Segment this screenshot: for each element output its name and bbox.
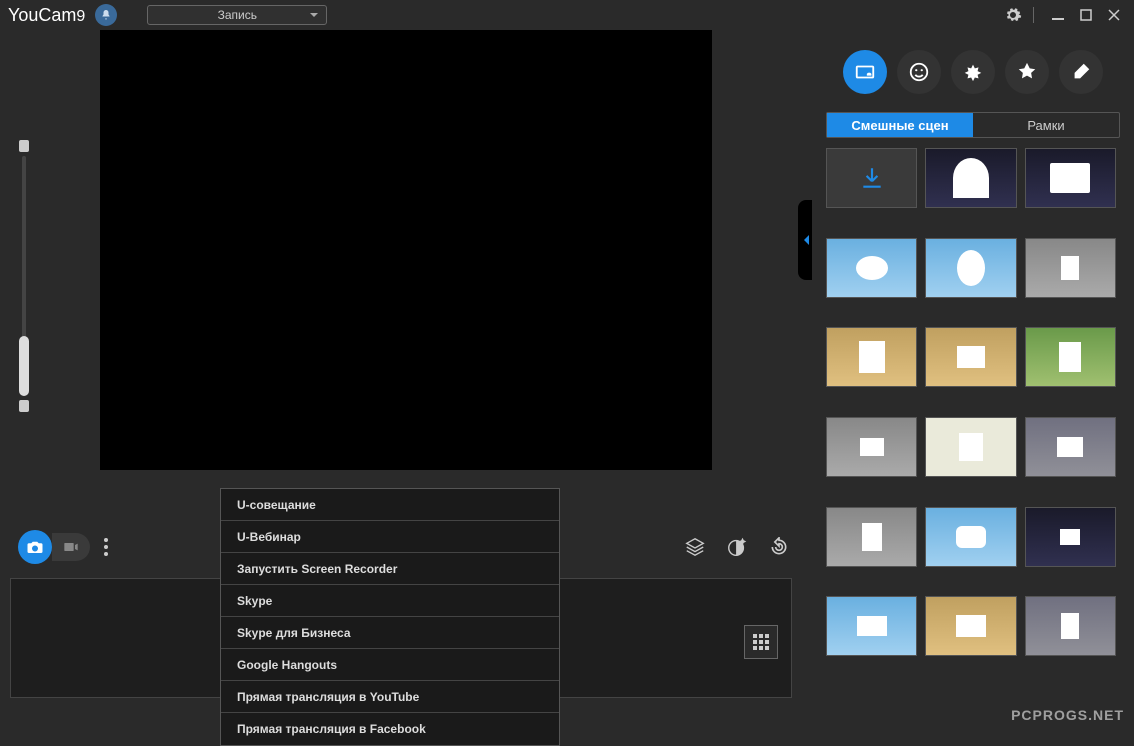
menu-label: Прямая трансляция в YouTube [237,690,419,704]
eraser-icon [1070,61,1092,83]
gear-icon [1004,6,1022,24]
more-options-button[interactable] [104,538,108,556]
menu-label: Прямая трансляция в Facebook [237,722,426,736]
zoom-thumb[interactable] [19,336,29,396]
capture-video-button[interactable] [52,533,90,561]
settings-button[interactable] [1001,3,1025,27]
smiley-icon [908,61,930,83]
scene-item[interactable] [1025,507,1116,567]
scene-item[interactable] [925,507,1016,567]
category-draw-button[interactable] [1059,50,1103,94]
gallery-grid-button[interactable] [744,625,778,659]
scene-item[interactable] [925,148,1016,208]
scene-item[interactable] [826,327,917,387]
menu-label: U-Вебинар [237,530,301,544]
scene-item[interactable] [1025,596,1116,656]
scene-item[interactable] [925,596,1016,656]
scene-item[interactable] [1025,327,1116,387]
subtab-label: Смешные сцен [851,118,948,133]
zoom-out-icon[interactable] [19,400,29,412]
app-version: 9 [76,8,85,25]
main-area: Перейти U-совещание U-Вебинар Запустить … [0,30,812,731]
video-icon [63,539,79,555]
category-emoji-button[interactable] [897,50,941,94]
menu-label: Skype [237,594,272,608]
category-particles-button[interactable] [951,50,995,94]
menu-item-screen-recorder[interactable]: Запустить Screen Recorder [221,553,559,585]
watermark: PCPROGS.NET [1011,707,1124,723]
subtab-funny-scenes[interactable]: Смешные сцен [827,113,973,137]
scene-grid[interactable] [826,148,1120,678]
launch-menu: U-совещание U-Вебинар Запустить Screen R… [220,488,560,746]
menu-item-u-meeting[interactable]: U-совещание [221,489,559,521]
contrast-button[interactable] [722,532,752,562]
scene-item[interactable] [1025,417,1116,477]
scene-item[interactable] [925,238,1016,298]
splat-icon [962,61,984,83]
maximize-button[interactable] [1074,3,1098,27]
close-button[interactable] [1102,3,1126,27]
scene-item[interactable] [826,507,917,567]
download-icon [859,165,885,191]
menu-label: Запустить Screen Recorder [237,562,397,576]
menu-item-u-webinar[interactable]: U-Вебинар [221,521,559,553]
menu-item-hangouts[interactable]: Google Hangouts [221,649,559,681]
layers-icon [684,536,706,558]
record-mode-label: Запись [218,8,257,22]
scene-item[interactable] [925,327,1016,387]
notifications-button[interactable] [95,4,117,26]
camera-icon [26,538,44,556]
zoom-slider[interactable] [18,140,30,410]
scene-item[interactable] [1025,148,1116,208]
title-bar: YouCam9 Запись [0,0,1134,30]
app-title: YouCam9 [8,5,85,26]
star-face-icon [1016,61,1038,83]
layers-button[interactable] [680,532,710,562]
collapse-panel-button[interactable] [798,200,812,280]
record-mode-dropdown[interactable]: Запись [147,5,327,25]
contrast-icon [726,536,748,558]
undo-icon [769,537,789,557]
subtab-label: Рамки [1027,118,1064,133]
menu-label: Skype для Бизнеса [237,626,351,640]
category-avatars-button[interactable] [1005,50,1049,94]
grid-icon [752,633,770,651]
scenes-icon [854,61,876,83]
bell-icon [100,9,112,21]
subtab-row: Смешные сцен Рамки [826,112,1120,138]
divider [1033,7,1034,23]
capture-photo-button[interactable] [18,530,52,564]
app-name: YouCam [8,5,76,25]
menu-item-skype[interactable]: Skype [221,585,559,617]
minimize-button[interactable] [1046,3,1070,27]
category-scenes-button[interactable] [843,50,887,94]
scene-item[interactable] [925,417,1016,477]
scene-item[interactable] [826,417,917,477]
maximize-icon [1080,9,1092,21]
minimize-icon [1052,9,1064,21]
scene-item[interactable] [1025,238,1116,298]
menu-label: U-совещание [237,498,316,512]
scene-item[interactable] [826,596,917,656]
category-row [812,30,1134,104]
camera-preview [100,30,712,470]
scene-item[interactable] [826,238,917,298]
zoom-in-icon[interactable] [19,140,29,152]
close-icon [1108,9,1120,21]
zoom-track[interactable] [22,156,26,396]
menu-item-skype-business[interactable]: Skype для Бизнеса [221,617,559,649]
menu-item-youtube-live[interactable]: Прямая трансляция в YouTube [221,681,559,713]
scene-download-more[interactable] [826,148,917,208]
subtab-frames[interactable]: Рамки [973,113,1119,137]
watermark-text: PCPROGS.NET [1011,707,1124,723]
menu-label: Google Hangouts [237,658,337,672]
effects-panel: Смешные сцен Рамки [812,30,1134,731]
menu-item-facebook-live[interactable]: Прямая трансляция в Facebook [221,713,559,745]
undo-button[interactable] [764,532,794,562]
